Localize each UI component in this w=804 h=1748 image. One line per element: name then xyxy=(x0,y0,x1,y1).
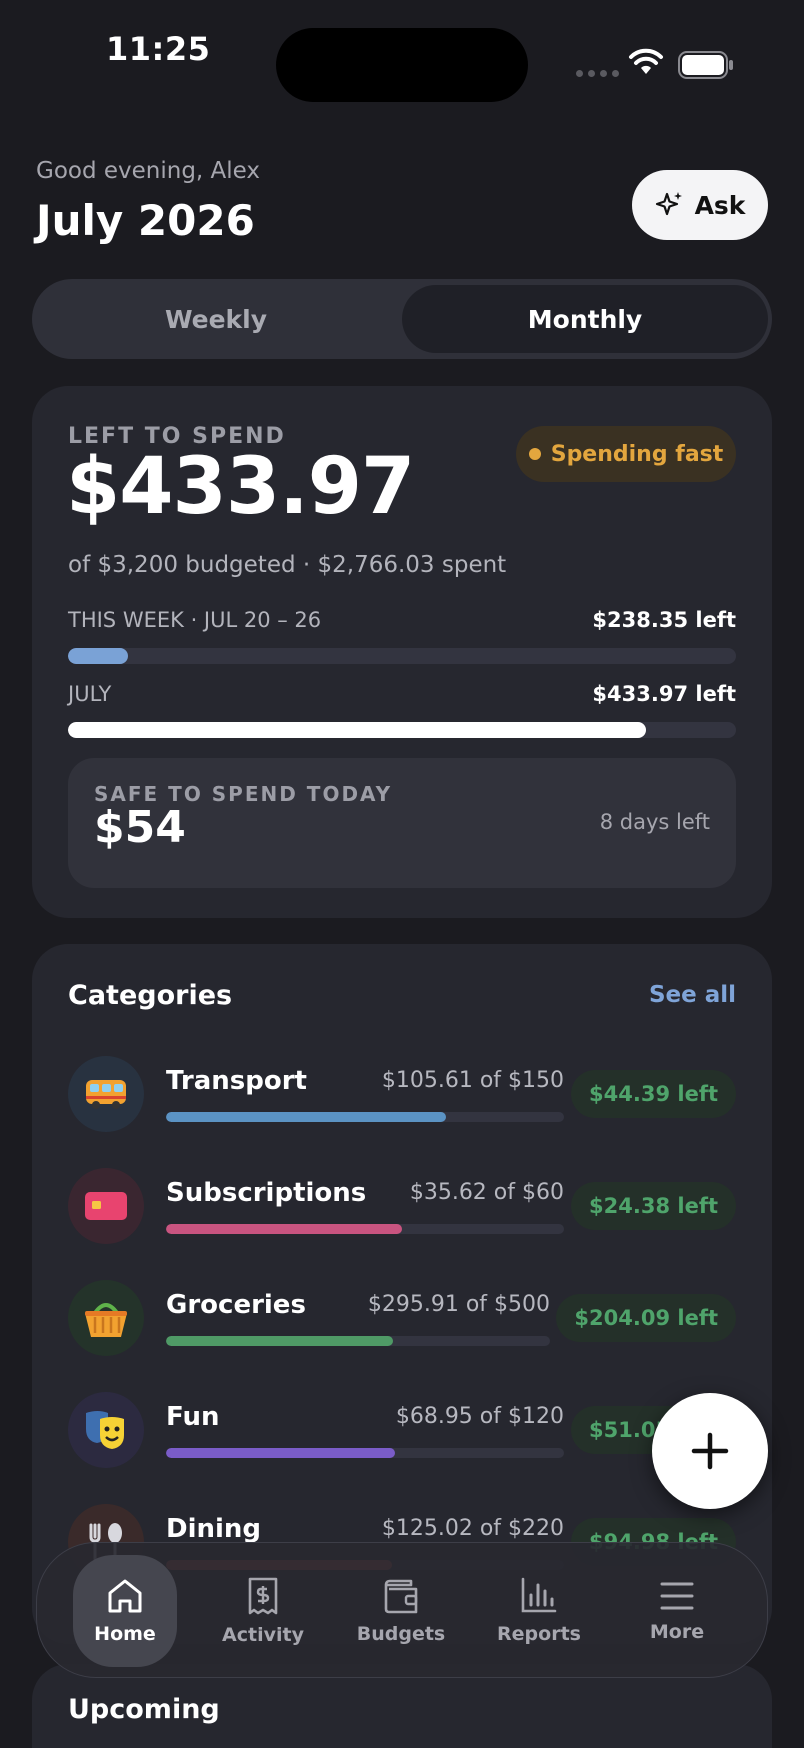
period-toggle: Weekly Monthly xyxy=(32,279,772,359)
status-badge: Spending fast xyxy=(516,426,736,482)
status-bar: 11:25 xyxy=(0,0,804,110)
category-progress-fill xyxy=(166,1112,447,1122)
signal-icon xyxy=(576,70,619,77)
tab-more-label: More xyxy=(649,1621,705,1643)
dynamic-island xyxy=(276,28,528,102)
ask-button[interactable]: Ask xyxy=(632,170,768,240)
menu-icon xyxy=(660,1582,694,1610)
plus-icon xyxy=(691,1432,729,1470)
week-progress-fill xyxy=(68,648,129,664)
tab-home[interactable]: Home xyxy=(73,1555,177,1667)
week-left: $238.35 left xyxy=(592,608,736,632)
bus-icon xyxy=(68,1056,144,1132)
tab-activity[interactable]: Activity xyxy=(211,1555,315,1667)
category-progress-bar xyxy=(166,1336,550,1346)
category-progress-fill xyxy=(166,1336,394,1346)
category-left-badge: $24.38 left xyxy=(571,1182,736,1230)
category-progress-fill xyxy=(166,1224,403,1234)
page-title[interactable]: July 2026 xyxy=(36,196,255,245)
budget-summary: of $3,200 budgeted · $2,766.03 spent xyxy=(68,552,507,578)
tab-budgets-label: Budgets xyxy=(356,1623,446,1645)
summary-card: LEFT TO SPEND $433.97 Spending fast of $… xyxy=(32,386,772,918)
tab-home-label: Home xyxy=(94,1623,156,1645)
tab-activity-label: Activity xyxy=(222,1624,304,1646)
categories-card: Categories See all Transport $105.61 of … xyxy=(32,944,772,1644)
category-row-transport[interactable]: Transport $105.61 of $150 $44.39 left xyxy=(68,1056,736,1136)
tab-weekly[interactable]: Weekly xyxy=(38,285,394,353)
wifi-icon xyxy=(629,48,663,74)
category-progress-bar xyxy=(166,1448,564,1458)
category-amount: $295.91 of $500 xyxy=(367,1292,550,1317)
category-name: Subscriptions xyxy=(166,1178,367,1208)
sparkles-icon xyxy=(655,192,682,216)
bar-chart-icon xyxy=(521,1577,557,1613)
week-label: THIS WEEK · JUL 20 – 26 xyxy=(68,608,322,632)
wallet-icon xyxy=(384,1579,418,1614)
status-badge-label: Spending fast xyxy=(550,441,724,467)
category-row-subscriptions[interactable]: Subscriptions $35.62 of $60 $24.38 left xyxy=(68,1168,736,1248)
categories-title: Categories xyxy=(68,980,233,1011)
category-row-groceries[interactable]: Groceries $295.91 of $500 $204.09 left xyxy=(68,1280,736,1360)
month-left: $433.97 left xyxy=(592,682,736,706)
tab-budgets[interactable]: Budgets xyxy=(349,1555,453,1667)
category-amount: $105.61 of $150 xyxy=(381,1068,564,1093)
week-progress-bar xyxy=(68,648,736,664)
category-progress-bar xyxy=(166,1112,564,1122)
category-row-fun[interactable]: Fun $68.95 of $120 $51.05 left xyxy=(68,1392,736,1472)
month-label: JULY xyxy=(68,682,112,706)
tab-bar: Home Activity Budgets Reports More xyxy=(36,1542,768,1678)
see-all-link[interactable]: See all xyxy=(649,982,736,1008)
category-left-badge: $204.09 left xyxy=(556,1294,736,1342)
masks-icon xyxy=(68,1392,144,1468)
category-left-badge: $44.39 left xyxy=(571,1070,736,1118)
card-icon xyxy=(68,1168,144,1244)
category-progress-bar xyxy=(166,1224,564,1234)
category-amount: $35.62 of $60 xyxy=(409,1180,564,1205)
category-name: Groceries xyxy=(166,1290,306,1320)
basket-icon xyxy=(68,1280,144,1356)
category-amount: $125.02 of $220 xyxy=(381,1516,564,1541)
category-name: Dining xyxy=(166,1514,262,1544)
tab-more[interactable]: More xyxy=(625,1555,729,1667)
greeting: Good evening, Alex xyxy=(36,158,261,184)
month-progress-bar xyxy=(68,722,736,738)
safe-to-spend-amount: $54 xyxy=(94,802,186,853)
days-left: 8 days left xyxy=(599,810,710,834)
category-progress-fill xyxy=(166,1448,395,1458)
battery-icon xyxy=(678,51,733,79)
safe-to-spend-box: SAFE TO SPEND TODAY $54 8 days left xyxy=(68,758,736,888)
status-time: 11:25 xyxy=(106,30,211,68)
category-name: Transport xyxy=(166,1066,307,1096)
home-icon xyxy=(108,1579,142,1613)
upcoming-title: Upcoming xyxy=(68,1694,220,1725)
left-to-spend-amount: $433.97 xyxy=(66,442,415,532)
dot-icon xyxy=(528,448,541,460)
tab-monthly[interactable]: Monthly xyxy=(402,285,768,353)
tab-reports-label: Reports xyxy=(497,1623,581,1645)
ask-label: Ask xyxy=(694,190,746,220)
month-progress-fill xyxy=(68,722,646,738)
add-transaction-button[interactable] xyxy=(652,1393,768,1509)
receipt-icon xyxy=(248,1577,278,1615)
category-amount: $68.95 of $120 xyxy=(395,1404,564,1429)
tab-reports[interactable]: Reports xyxy=(487,1555,591,1667)
category-name: Fun xyxy=(166,1402,220,1432)
